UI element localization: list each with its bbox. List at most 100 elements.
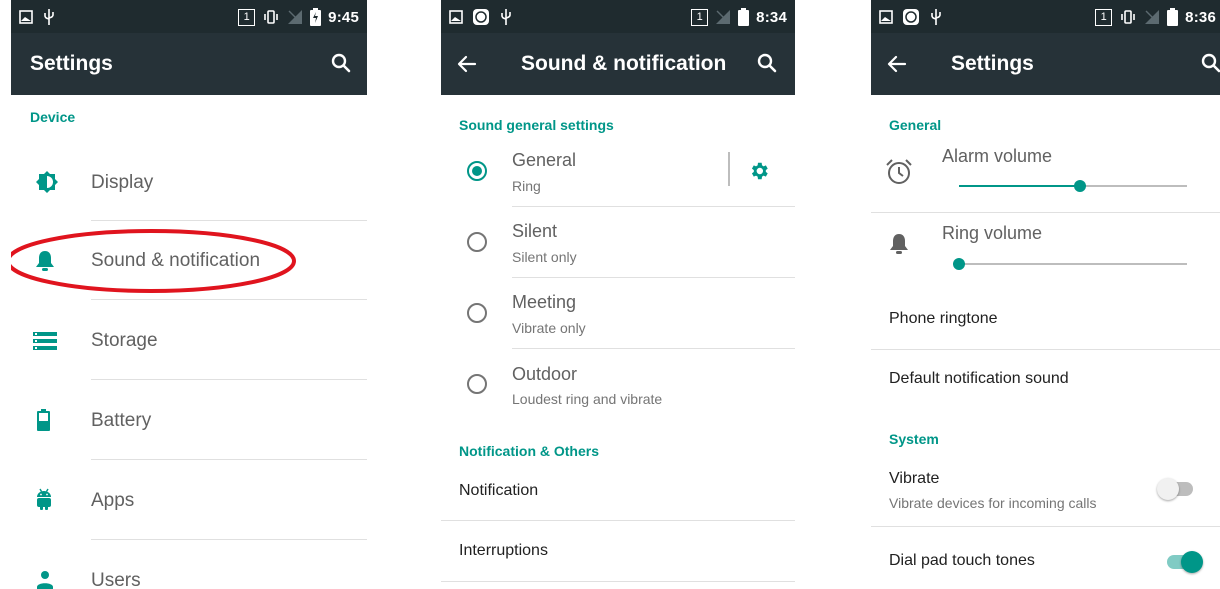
profile-subtitle: Silent only — [512, 249, 577, 265]
toggle-knob — [1157, 478, 1179, 500]
profile-title: Outdoor — [512, 364, 578, 384]
status-time: 8:34 — [756, 8, 787, 26]
vibrate-row[interactable]: Vibrate Vibrate devices for incoming cal… — [871, 455, 1220, 525]
slider-thumb[interactable] — [953, 258, 965, 270]
radio-selected-icon[interactable] — [466, 160, 488, 182]
app-bar: Settings — [871, 33, 1220, 95]
battery-icon — [37, 409, 50, 431]
back-arrow-icon[interactable] — [455, 52, 479, 76]
phone-ringtone-item[interactable]: Phone ringtone — [871, 289, 1220, 349]
vibrate-subtitle: Vibrate devices for incoming calls — [889, 495, 1097, 511]
section-sound-general: Sound general settings — [459, 117, 614, 133]
alarm-volume-slider[interactable] — [959, 180, 1187, 192]
settings-item-label: Battery — [91, 410, 152, 431]
profile-title: General — [512, 150, 577, 170]
slider-thumb[interactable] — [1073, 180, 1086, 192]
person-icon — [37, 571, 53, 589]
settings-item-storage[interactable]: Storage — [11, 300, 367, 380]
back-arrow-icon[interactable] — [885, 52, 909, 76]
profile-general[interactable]: General Ring — [441, 136, 795, 206]
no-signal-icon — [716, 10, 731, 24]
settings-item-label: Apps — [91, 490, 135, 511]
divider — [512, 348, 795, 349]
no-signal-icon — [1145, 10, 1160, 24]
brightness-icon — [36, 171, 58, 193]
status-bar: 1 8:36 — [871, 0, 1220, 33]
dialpad-tones-toggle[interactable] — [1163, 550, 1203, 574]
android-icon — [37, 488, 51, 510]
item-label: Notification — [459, 482, 539, 499]
vibrate-icon — [264, 10, 278, 24]
search-icon[interactable] — [1199, 51, 1220, 75]
page-title: Settings — [951, 52, 1034, 75]
search-icon[interactable] — [329, 51, 353, 75]
dialpad-tones-label: Dial pad touch tones — [889, 552, 1035, 569]
slider-fill — [959, 185, 1080, 187]
radio-unselected-icon[interactable] — [466, 302, 488, 324]
app-badge-icon — [473, 9, 489, 25]
section-device: Device — [30, 109, 76, 125]
battery-charging-icon — [310, 8, 322, 26]
profile-subtitle: Loudest ring and vibrate — [512, 391, 663, 407]
settings-item-interruptions[interactable]: Interruptions — [441, 521, 795, 581]
settings-item-notification[interactable]: Notification — [441, 462, 795, 520]
vibrate-toggle[interactable] — [1157, 477, 1197, 501]
settings-item-sound-notification[interactable]: Sound & notification — [11, 221, 367, 301]
settings-item-label: Sound & notification — [91, 250, 261, 271]
settings-item-display[interactable]: Display — [11, 142, 367, 222]
bell-icon — [890, 234, 908, 254]
status-bar: 1 9:45 — [11, 0, 367, 33]
dialpad-tones-row[interactable]: Dial pad touch tones — [871, 527, 1220, 589]
default-notification-sound-item[interactable]: Default notification sound — [871, 350, 1220, 410]
ring-volume-label: Ring volume — [942, 223, 1043, 243]
battery-icon — [1167, 8, 1179, 26]
item-label: Interruptions — [459, 542, 548, 559]
settings-item-label: Storage — [91, 330, 158, 351]
divider — [441, 581, 795, 582]
alarm-clock-icon — [886, 159, 912, 184]
section-notification-others: Notification & Others — [459, 443, 600, 459]
profile-outdoor[interactable]: Outdoor Loudest ring and vibrate — [441, 350, 795, 422]
alarm-volume-row: Alarm volume — [871, 136, 1220, 212]
ring-volume-slider[interactable] — [953, 258, 1187, 270]
section-general: General — [889, 117, 942, 133]
section-system: System — [889, 431, 939, 447]
settings-item-apps[interactable]: Apps — [11, 460, 367, 540]
battery-icon — [738, 8, 750, 26]
profile-meeting[interactable]: Meeting Vibrate only — [441, 278, 795, 348]
no-signal-icon — [288, 10, 303, 24]
image-icon — [19, 10, 33, 24]
app-bar: Sound & notification — [441, 33, 795, 95]
search-icon[interactable] — [755, 51, 779, 75]
usb-icon — [931, 9, 941, 25]
toggle-knob — [1181, 551, 1203, 573]
settings-item-battery[interactable]: Battery — [11, 380, 367, 460]
profile-subtitle: Vibrate only — [512, 320, 586, 336]
status-time: 8:36 — [1185, 8, 1216, 26]
storage-icon — [33, 332, 57, 350]
gear-icon[interactable] — [748, 160, 770, 182]
sound-settings-screen: 1 8:36 Settings General Alarm volume Rin… — [871, 0, 1220, 589]
profile-silent[interactable]: Silent Silent only — [441, 207, 795, 277]
alarm-volume-label: Alarm volume — [942, 146, 1053, 166]
radio-unselected-icon[interactable] — [466, 373, 488, 395]
radio-unselected-icon[interactable] — [466, 231, 488, 253]
item-label: Phone ringtone — [889, 310, 998, 327]
settings-item-users[interactable]: Users — [11, 540, 367, 589]
profile-title: Silent — [512, 221, 558, 241]
ring-volume-row: Ring volume — [871, 213, 1220, 288]
status-time: 9:45 — [328, 8, 359, 26]
settings-screen: 1 9:45 Settings Device Display Sound & n… — [11, 0, 367, 589]
vertical-divider — [728, 152, 730, 186]
sim-indicator: 1 — [691, 8, 709, 26]
status-bar: 1 8:34 — [441, 0, 795, 33]
sim-indicator: 1 — [1095, 8, 1113, 26]
profile-title: Meeting — [512, 292, 577, 312]
app-bar: Settings — [11, 33, 367, 95]
settings-item-label: Users — [91, 570, 141, 589]
sim-indicator: 1 — [238, 8, 256, 26]
vibrate-title: Vibrate — [889, 470, 940, 487]
app-badge-icon — [903, 9, 919, 25]
item-label: Default notification sound — [889, 370, 1069, 387]
usb-icon — [44, 9, 54, 25]
